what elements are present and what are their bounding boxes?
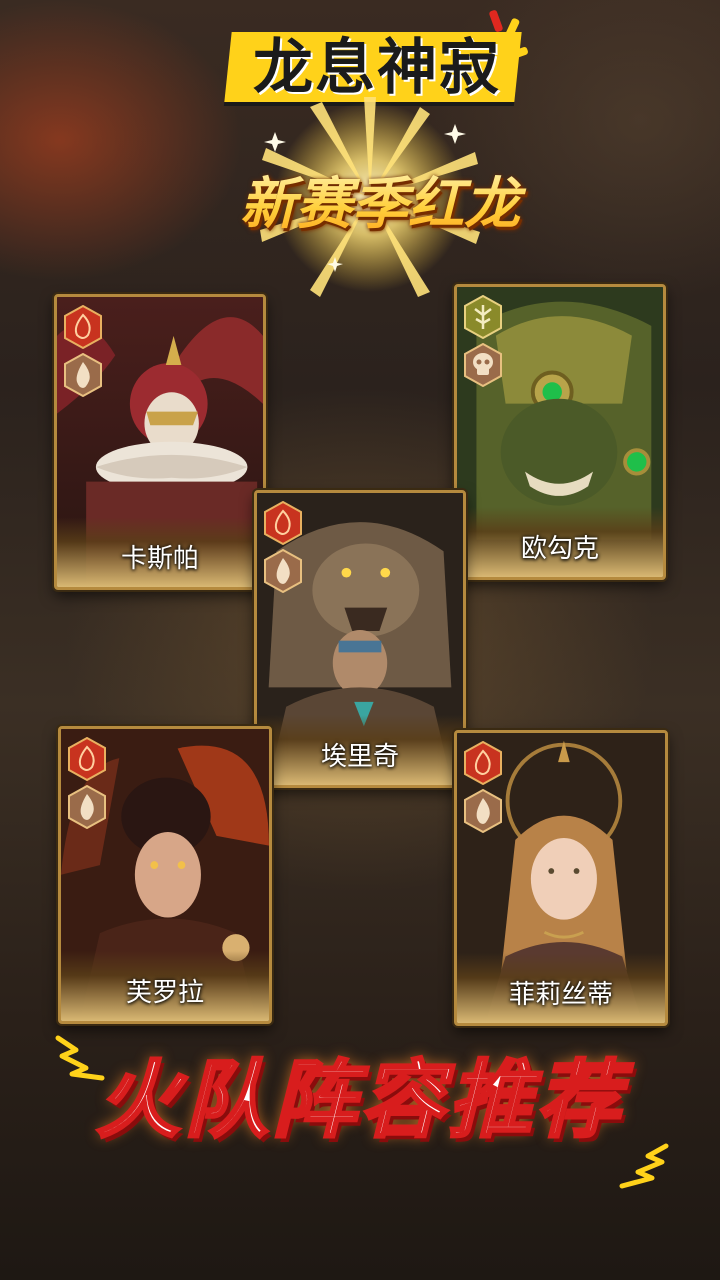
fire-element-icon: [464, 741, 502, 785]
nature-element-icon: [464, 295, 502, 339]
squiggle-decoration: [619, 1143, 669, 1189]
hero-card-eric[interactable]: 埃里奇: [254, 490, 466, 788]
fire-element-icon: [68, 737, 106, 781]
fire-element-icon: [264, 501, 302, 545]
flame-class-icon: [68, 785, 106, 829]
hero-name: 欧勾克: [520, 534, 599, 564]
skull-class-icon: [464, 343, 502, 387]
season-subtitle: 新赛季红龙: [190, 165, 570, 245]
fire-element-icon: [64, 305, 102, 349]
flame-class-icon: [64, 353, 102, 397]
hero-name: 卡斯帕: [120, 544, 199, 574]
hero-card-ogok[interactable]: 欧勾克: [454, 284, 666, 580]
hero-card-kaspa[interactable]: 卡斯帕: [54, 294, 266, 590]
hero-name: 菲莉丝蒂: [508, 980, 613, 1010]
hero-card-felicity[interactable]: 菲莉丝蒂: [454, 730, 668, 1026]
flame-class-icon: [464, 789, 502, 833]
hero-name: 埃里奇: [320, 742, 399, 772]
flame-class-icon: [264, 549, 302, 593]
lineup-headline: 火队阵容推荐: [94, 1050, 624, 1151]
hero-name: 芙罗拉: [125, 978, 204, 1008]
hero-card-flora[interactable]: 芙罗拉: [58, 726, 272, 1024]
